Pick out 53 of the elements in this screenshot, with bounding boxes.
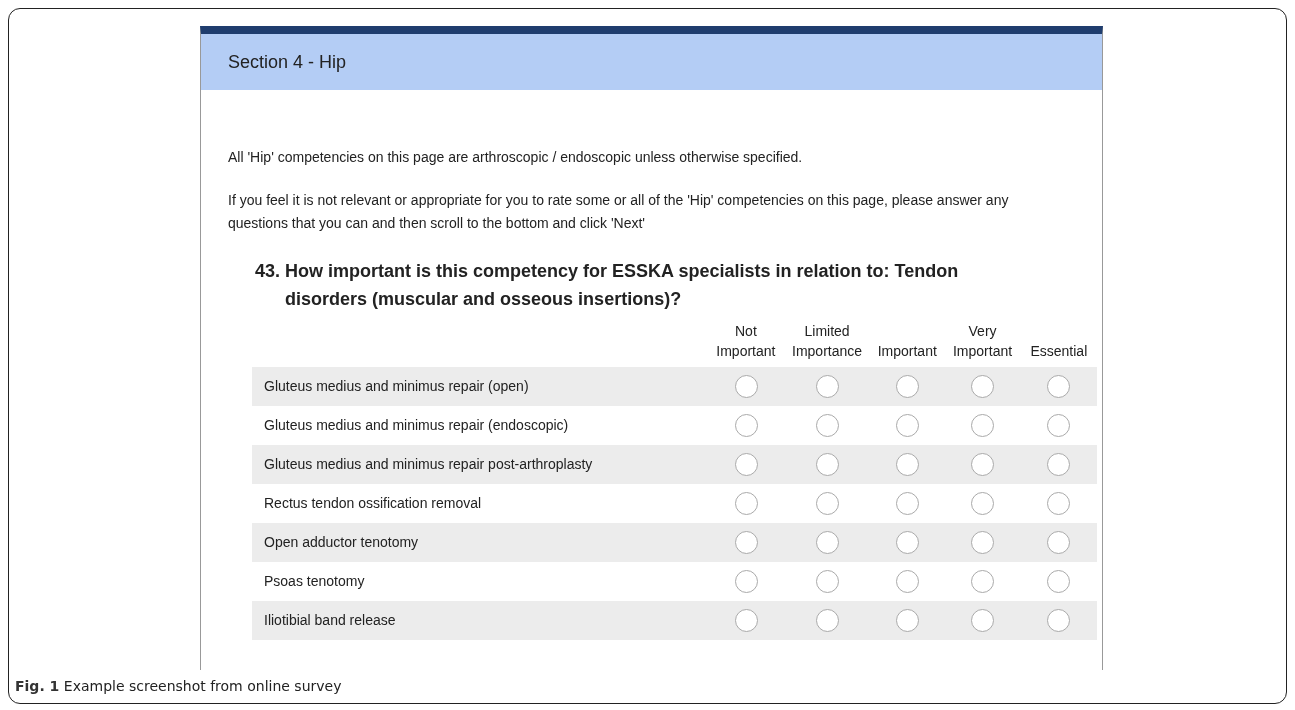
instruction-text: All 'Hip' competencies on this page are arthroscopic / endoscopic unless otherwise specified. bbox=[228, 148, 804, 167]
radio-button[interactable] bbox=[815, 531, 839, 554]
radio-button[interactable] bbox=[1047, 453, 1071, 476]
radio-button[interactable] bbox=[1047, 492, 1071, 515]
column-heading: Very Important bbox=[952, 322, 1014, 361]
row-label: Iliotibial band release bbox=[263, 611, 397, 630]
radio-button[interactable] bbox=[734, 414, 758, 437]
radio-button[interactable] bbox=[734, 492, 758, 515]
radio-button[interactable] bbox=[971, 609, 995, 632]
section-title: Section 4 - Hip bbox=[228, 50, 347, 74]
figure-caption: Fig. 1 Example screenshot from online survey bbox=[14, 677, 343, 696]
radio-button[interactable] bbox=[815, 570, 839, 593]
radio-button[interactable] bbox=[895, 414, 919, 437]
radio-button[interactable] bbox=[895, 609, 919, 632]
radio-button[interactable] bbox=[815, 492, 839, 515]
column-heading: Limited Importance bbox=[791, 322, 864, 361]
radio-button[interactable] bbox=[815, 453, 839, 476]
instruction-text: If you feel it is not relevant or appropriate for you to rate some or all of the 'Hip' competencies on this page, please answer any questions that you can and then scroll to the bottom and click 'Next' bbox=[228, 191, 1010, 233]
radio-button[interactable] bbox=[734, 609, 758, 632]
radio-button[interactable] bbox=[1047, 531, 1071, 554]
radio-button[interactable] bbox=[895, 375, 919, 398]
radio-button[interactable] bbox=[734, 453, 758, 476]
radio-button[interactable] bbox=[895, 492, 919, 515]
radio-button[interactable] bbox=[734, 531, 758, 554]
row-label: Gluteus medius and minimus repair (endoscopic) bbox=[263, 416, 570, 435]
radio-button[interactable] bbox=[1047, 570, 1071, 593]
column-heading: Not Important bbox=[715, 322, 777, 361]
question-text: How important is this competency for ESSKA specialists in relation to: Tendon disorders (muscular and osseous insertions)? bbox=[285, 260, 960, 311]
radio-button[interactable] bbox=[815, 375, 839, 398]
radio-button[interactable] bbox=[1047, 609, 1071, 632]
radio-button[interactable] bbox=[734, 375, 758, 398]
radio-button[interactable] bbox=[895, 453, 919, 476]
row-label: Rectus tendon ossification removal bbox=[263, 494, 483, 513]
radio-button[interactable] bbox=[971, 453, 995, 476]
question-number: 43. bbox=[255, 260, 281, 283]
column-heading: Essential bbox=[1029, 342, 1089, 361]
radio-button[interactable] bbox=[895, 570, 919, 593]
radio-button[interactable] bbox=[815, 414, 839, 437]
radio-button[interactable] bbox=[895, 531, 919, 554]
column-heading: Important bbox=[876, 342, 938, 361]
radio-button[interactable] bbox=[971, 492, 995, 515]
radio-button[interactable] bbox=[971, 375, 995, 398]
row-label: Psoas tenotomy bbox=[263, 572, 366, 591]
radio-button[interactable] bbox=[815, 609, 839, 632]
radio-button[interactable] bbox=[971, 531, 995, 554]
row-label: Gluteus medius and minimus repair post-arthroplasty bbox=[263, 455, 594, 474]
radio-button[interactable] bbox=[971, 414, 995, 437]
radio-button[interactable] bbox=[1047, 375, 1071, 398]
radio-button[interactable] bbox=[971, 570, 995, 593]
radio-button[interactable] bbox=[734, 570, 758, 593]
radio-button[interactable] bbox=[1047, 414, 1071, 437]
row-label: Open adductor tenotomy bbox=[263, 533, 420, 552]
row-label: Gluteus medius and minimus repair (open) bbox=[263, 377, 530, 396]
